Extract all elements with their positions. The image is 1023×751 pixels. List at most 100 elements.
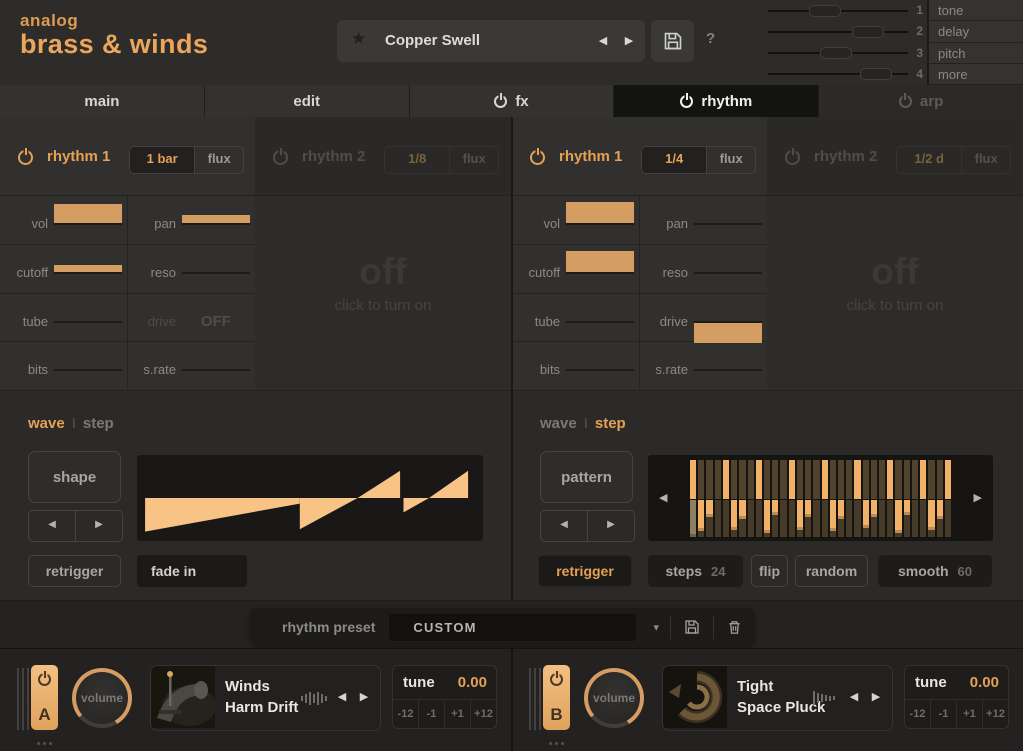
flux-button[interactable]: flux (707, 147, 755, 173)
step-30[interactable] (928, 460, 934, 537)
slider-reso[interactable]: reso (128, 245, 256, 294)
step-25[interactable] (887, 460, 893, 537)
source-next-icon[interactable]: ▶ (356, 666, 372, 728)
rate-button[interactable]: 1 bar (130, 147, 195, 173)
preset-selector[interactable]: ★ Copper Swell ◀ ▶ (337, 20, 645, 62)
step-10[interactable] (764, 460, 770, 537)
step-26[interactable] (895, 460, 901, 537)
retrigger-button[interactable]: retrigger (28, 555, 121, 587)
step-23[interactable] (871, 460, 877, 537)
step-20[interactable] (846, 460, 852, 537)
rate-button[interactable]: 1/4 (642, 147, 707, 173)
slider-reso[interactable]: reso (640, 245, 768, 294)
source-next-icon[interactable]: ▶ (868, 666, 884, 728)
step-11[interactable] (772, 460, 778, 537)
step-31[interactable] (937, 460, 943, 537)
layer-b-power-icon[interactable] (550, 673, 563, 686)
layer-b-menu-dots[interactable] (543, 735, 570, 751)
slider-cutoff[interactable]: cutoff (512, 245, 640, 294)
macro-slider-handle[interactable] (860, 68, 892, 80)
tab-rhythm[interactable]: rhythm (614, 85, 819, 117)
tab-arp[interactable]: arp (819, 85, 1023, 117)
preset-next-icon[interactable]: ▶ (621, 20, 637, 62)
slider-s.rate[interactable]: s.rate (640, 342, 768, 391)
layer-b-grip[interactable] (529, 668, 544, 735)
step-14[interactable] (797, 460, 803, 537)
layer-b-source-selector[interactable]: Tight Space Pluck ◀ ▶ (662, 665, 893, 731)
rate-button[interactable]: 1/2 d (897, 147, 962, 173)
step-32[interactable] (945, 460, 951, 537)
step-pattern-display[interactable]: ◀ ▶ (648, 455, 993, 541)
step-scroll-left-icon[interactable]: ◀ (659, 491, 667, 504)
slider-s.rate[interactable]: s.rate (128, 342, 256, 391)
flip-button[interactable]: flip (751, 555, 788, 587)
tune--1-button[interactable]: -1 (930, 700, 956, 728)
step-scroll-right-icon[interactable]: ▶ (974, 491, 982, 504)
slider-tube[interactable]: tube (512, 294, 640, 343)
step-13[interactable] (789, 460, 795, 537)
favorite-star-icon[interactable]: ★ (351, 29, 366, 49)
slider-bits[interactable]: bits (0, 342, 128, 391)
pattern-button[interactable]: pattern (540, 451, 633, 503)
mode-wave[interactable]: wave (540, 415, 577, 432)
flux-button[interactable]: flux (962, 147, 1010, 173)
slider-cutoff[interactable]: cutoff (0, 245, 128, 294)
step-17[interactable] (822, 460, 828, 537)
rhythm-preset-value[interactable]: CUSTOM (389, 614, 636, 641)
step-28[interactable] (912, 460, 918, 537)
step-7[interactable] (739, 460, 745, 537)
help-button[interactable]: ? (706, 30, 715, 47)
step-5[interactable] (723, 460, 729, 537)
mode-step[interactable]: step (83, 415, 114, 432)
mode-step[interactable]: step (595, 415, 626, 432)
step-3[interactable] (706, 460, 712, 537)
rhythm-2-power-icon[interactable] (273, 150, 288, 165)
shape-button[interactable]: shape (28, 451, 121, 503)
preset-name[interactable]: Copper Swell (385, 20, 480, 62)
slider-pan[interactable]: pan (128, 196, 256, 245)
step-9[interactable] (756, 460, 762, 537)
tune--12-button[interactable]: -12 (905, 700, 930, 728)
slider-vol[interactable]: vol (512, 196, 640, 245)
step-6[interactable] (731, 460, 737, 537)
mode-wave[interactable]: wave (28, 415, 65, 432)
layer-a-menu-dots[interactable] (31, 735, 58, 751)
tune-value[interactable]: 0.00 (970, 674, 999, 691)
step-8[interactable] (748, 460, 754, 537)
layer-a-grip[interactable] (17, 668, 32, 735)
rate-button[interactable]: 1/8 (385, 147, 450, 173)
tune-+1-button[interactable]: +1 (444, 700, 470, 728)
steps-count-button[interactable]: steps 24 (648, 555, 743, 587)
slider-drive[interactable]: driveOFF (128, 294, 256, 343)
layer-a-volume-knob[interactable]: volume (72, 668, 132, 728)
slider-drive[interactable]: drive (640, 294, 768, 343)
tune--12-button[interactable]: -12 (393, 700, 418, 728)
rhythm-preset-delete-button[interactable] (714, 619, 755, 635)
rhythm-2-off-area[interactable]: off click to turn on (255, 195, 511, 390)
pattern-next-icon[interactable]: ▶ (588, 511, 634, 541)
tune-+12-button[interactable]: +12 (470, 700, 496, 728)
slider-vol[interactable]: vol (0, 196, 128, 245)
layer-b-volume-knob[interactable]: volume (584, 668, 644, 728)
source-prev-icon[interactable]: ◀ (334, 666, 350, 728)
layer-a-button[interactable]: A (31, 665, 58, 730)
macro-slider-handle[interactable] (820, 47, 852, 59)
fade-mode-field[interactable]: fade in (137, 555, 247, 587)
step-29[interactable] (920, 460, 926, 537)
preset-save-button[interactable] (651, 20, 694, 62)
step-27[interactable] (904, 460, 910, 537)
layer-b-button[interactable]: B (543, 665, 570, 730)
rhythm-1-power-icon[interactable] (18, 150, 33, 165)
tab-main[interactable]: main (0, 85, 205, 117)
random-button[interactable]: random (795, 555, 868, 587)
slider-pan[interactable]: pan (640, 196, 768, 245)
shape-next-icon[interactable]: ▶ (76, 511, 122, 541)
tune-+12-button[interactable]: +12 (982, 700, 1008, 728)
step-19[interactable] (838, 460, 844, 537)
layer-a-source-selector[interactable]: Winds Harm Drift ◀ ▶ (150, 665, 381, 731)
flux-button[interactable]: flux (195, 147, 243, 173)
step-24[interactable] (879, 460, 885, 537)
pattern-prev-icon[interactable]: ◀ (541, 511, 588, 541)
rhythm-2-off-area[interactable]: off click to turn on (767, 195, 1023, 390)
tab-fx[interactable]: fx (410, 85, 615, 117)
